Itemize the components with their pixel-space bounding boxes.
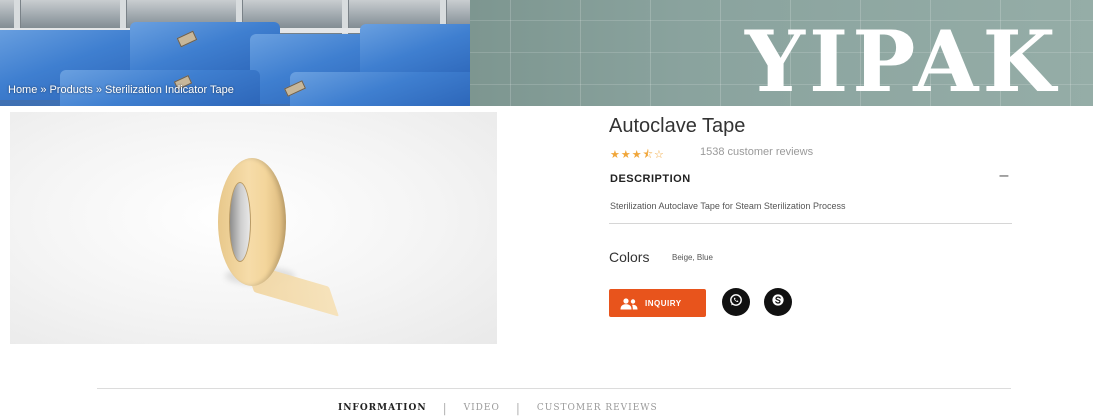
users-icon: [619, 297, 639, 310]
breadcrumb-separator: »: [95, 84, 103, 96]
colors-label: Colors: [609, 249, 650, 265]
brand-logo-text: YIPAK: [745, 12, 1060, 106]
breadcrumb-separator: »: [40, 84, 47, 96]
tab-information[interactable]: INFORMATION: [338, 403, 427, 413]
description-text: Sterilization Autoclave Tape for Steam S…: [610, 201, 846, 211]
tab-separator: |: [515, 401, 521, 415]
divider: [609, 223, 1012, 224]
breadcrumb: Home» Products» Sterilization Indicator Ta…: [8, 84, 234, 100]
collapse-icon[interactable]: –: [996, 166, 1012, 186]
inquiry-button[interactable]: INQUIRY: [609, 289, 706, 317]
description-heading[interactable]: DESCRIPTION: [610, 173, 691, 185]
skype-icon: [771, 293, 785, 312]
tab-customer-reviews[interactable]: CUSTOMER REVIEWS: [537, 403, 658, 413]
whatsapp-icon: [729, 293, 743, 312]
product-image[interactable]: [10, 112, 497, 344]
whatsapp-button[interactable]: [722, 288, 750, 316]
product-title: Autoclave Tape: [609, 115, 746, 137]
colors-value: Beige, Blue: [672, 253, 713, 262]
breadcrumb-home[interactable]: Home: [8, 84, 37, 96]
product-tabs: INFORMATION | VIDEO | CUSTOMER REVIEWS: [338, 401, 658, 415]
inquiry-label: INQUIRY: [645, 298, 682, 308]
breadcrumb-current[interactable]: Sterilization Indicator Tape: [105, 84, 234, 96]
rating-stars: ★★★⯪☆: [610, 149, 665, 161]
page-banner: YIPAK Home» Products» Sterilization Indica…: [0, 0, 1093, 106]
breadcrumb-products[interactable]: Products: [49, 84, 92, 96]
skype-button[interactable]: [764, 288, 792, 316]
divider: [97, 388, 1011, 389]
tab-separator: |: [442, 401, 448, 415]
tab-video[interactable]: VIDEO: [464, 403, 500, 413]
reviews-count[interactable]: 1538 customer reviews: [700, 146, 813, 158]
